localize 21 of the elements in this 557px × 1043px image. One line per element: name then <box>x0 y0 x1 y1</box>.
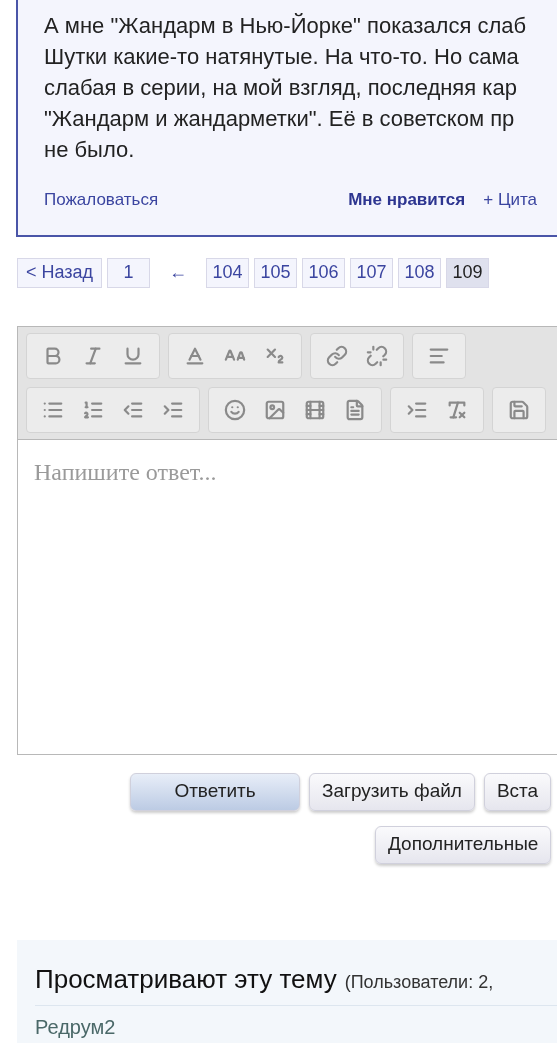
page-link[interactable]: 1 <box>107 257 151 288</box>
page-link[interactable]: 107 <box>350 257 394 288</box>
quote-link[interactable]: + Цита <box>483 187 538 213</box>
user-link[interactable]: Редрум2 <box>35 1011 557 1042</box>
reply-input[interactable]: Напишите ответ... <box>17 439 557 755</box>
page-link[interactable]: 104 <box>206 257 250 288</box>
report-link[interactable]: Пожаловаться <box>44 187 159 213</box>
viewers-title: Просматривают эту тему <box>35 962 337 996</box>
page-link[interactable]: 106 <box>302 257 346 288</box>
form-button[interactable]: Загрузить файл <box>309 772 475 811</box>
form-button[interactable]: Ответить <box>130 772 300 811</box>
page-link[interactable]: 109 <box>446 257 490 288</box>
form-button[interactable]: Вста <box>483 772 552 811</box>
page-link[interactable]: 105 <box>254 257 298 288</box>
gap-arrow: ← <box>169 261 188 284</box>
post-text: А мне "Жандарм в Нью-Йорке" показался слаб Шутки какие-то натянутые. На что-то. Но сама слабая в серии, на мой взгляд, последняя кар "Жандарм и жандарметки". Её в советском пр не было. <box>44 12 528 164</box>
more-options-button[interactable]: Дополнительные <box>375 825 552 864</box>
like-link[interactable]: Мне нравится <box>348 187 466 213</box>
viewers-count: (Пользователи: 2, <box>344 970 494 994</box>
prev-page-link[interactable]: < Назад <box>17 257 103 288</box>
page-link[interactable]: 108 <box>398 257 442 288</box>
